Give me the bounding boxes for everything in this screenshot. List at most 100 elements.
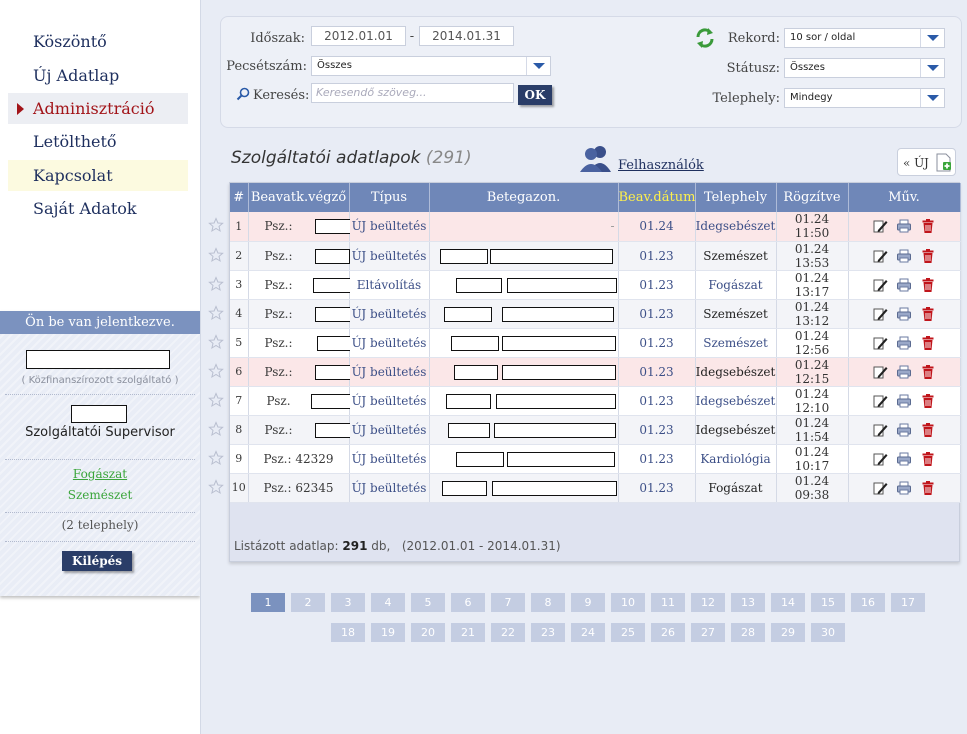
page-link-6[interactable]: 6 [451,593,485,612]
delete-icon[interactable] [920,422,936,438]
col-header-num[interactable]: # [230,183,249,212]
page-link-22[interactable]: 22 [491,623,525,642]
date-from-input[interactable]: 2012.01.01 [311,26,406,46]
col-header-site[interactable]: Telephely [695,183,777,212]
page-link-27[interactable]: 27 [691,623,725,642]
edit-icon[interactable] [872,422,888,438]
nav-item-uj-adatlap[interactable]: Új Adatlap [8,60,188,91]
table-row[interactable]: 9 Psz.: 42329 ÚJ beültetés 01.23 Kardiológia… [208,444,961,474]
edit-icon[interactable] [872,393,888,409]
print-icon[interactable] [896,422,912,438]
page-link-9[interactable]: 9 [571,593,605,612]
page-link-18[interactable]: 18 [331,623,365,642]
delete-icon[interactable] [920,480,936,496]
print-icon[interactable] [896,451,912,467]
star-icon[interactable] [208,478,224,495]
print-icon[interactable] [896,335,912,351]
star-icon[interactable] [208,333,224,350]
nav-item-adminisztracio[interactable]: Adminisztráció [8,93,188,124]
delete-icon[interactable] [920,393,936,409]
col-header-patient[interactable]: Betegazon. [429,183,619,212]
print-icon[interactable] [896,248,912,264]
stamp-select[interactable]: Összes [311,56,551,76]
delete-icon[interactable] [920,248,936,264]
star-icon[interactable] [208,362,224,379]
page-link-25[interactable]: 25 [611,623,645,642]
star-icon[interactable] [208,449,224,466]
delete-icon[interactable] [920,364,936,380]
page-link-19[interactable]: 19 [371,623,405,642]
page-link-17[interactable]: 17 [891,593,925,612]
table-row[interactable]: 6 Psz.: ÚJ beültetés 01.23 Idegsebészet 01.24… [208,357,961,387]
users-link[interactable]: Felhasználók [579,144,719,174]
page-link-20[interactable]: 20 [411,623,445,642]
page-link-10[interactable]: 10 [611,593,645,612]
print-icon[interactable] [896,306,912,322]
edit-icon[interactable] [872,306,888,322]
nav-item-sajat-adatok[interactable]: Saját Adatok [8,193,188,224]
page-link-5[interactable]: 5 [411,593,445,612]
page-link-16[interactable]: 16 [851,593,885,612]
delete-icon[interactable] [920,306,936,322]
site-select[interactable]: Mindegy [784,88,945,108]
nav-item-kapcsolat[interactable]: Kapcsolat [8,160,188,191]
delete-icon[interactable] [920,277,936,293]
print-icon[interactable] [896,277,912,293]
col-header-provider[interactable]: Beavatk.végző [248,183,350,212]
page-link-13[interactable]: 13 [731,593,765,612]
nav-item-koszonto[interactable]: Köszöntő [8,26,188,57]
print-icon[interactable] [896,393,912,409]
table-row[interactable]: 5 Psz.: ÚJ beültetés 01.23 Szemészet 01.24 12… [208,328,961,358]
print-icon[interactable] [896,480,912,496]
table-row[interactable]: 3 Psz.: Eltávolítás 01.23 Fogászat 01.24 13:1… [208,270,961,300]
page-link-12[interactable]: 12 [691,593,725,612]
edit-icon[interactable] [872,248,888,264]
page-link-4[interactable]: 4 [371,593,405,612]
date-to-input[interactable]: 2014.01.31 [419,26,514,46]
table-row[interactable]: 4 Psz.: ÚJ beültetés 01.23 Szemészet 01.24 13… [208,299,961,329]
page-link-26[interactable]: 26 [651,623,685,642]
page-link-28[interactable]: 28 [731,623,765,642]
logout-button[interactable]: Kilépés [62,551,132,571]
search-input[interactable]: Keresendő szöveg... [311,83,514,103]
page-link-3[interactable]: 3 [331,593,365,612]
star-icon[interactable] [208,420,224,437]
edit-icon[interactable] [872,451,888,467]
star-icon[interactable] [208,217,224,233]
delete-icon[interactable] [920,335,936,351]
page-link-14[interactable]: 14 [771,593,805,612]
star-icon[interactable] [208,275,224,292]
page-link-2[interactable]: 2 [291,593,325,612]
refresh-icon[interactable] [694,27,716,49]
table-row[interactable]: 2 Psz.: ÚJ beültetés 01.23 Szemészet 01.24 13… [208,241,961,271]
print-icon[interactable] [896,364,912,380]
nav-item-letoltheto[interactable]: Letölthető anyagok [8,126,188,182]
star-icon[interactable] [208,304,224,321]
status-select[interactable]: Összes [784,58,945,78]
col-header-date[interactable]: Beav.dátum [618,183,696,212]
edit-icon[interactable] [872,277,888,293]
edit-icon[interactable] [872,218,888,234]
star-icon[interactable] [208,391,224,408]
page-link-29[interactable]: 29 [771,623,805,642]
site-link-szemeszet[interactable]: Szemészet [0,488,200,502]
table-row[interactable]: 7 Psz. ÚJ beültetés 01.23 Idegsebészet 01.24 … [208,386,961,416]
page-link-30[interactable]: 30 [811,623,845,642]
ok-button[interactable]: OK [518,85,552,105]
table-row[interactable]: 1 Psz.: ÚJ beültetés -01.24 Idegsebészet 01.2… [208,212,961,242]
star-icon[interactable] [208,246,224,263]
page-link-7[interactable]: 7 [491,593,525,612]
page-link-1[interactable]: 1 [251,593,285,612]
page-link-24[interactable]: 24 [571,623,605,642]
page-link-8[interactable]: 8 [531,593,565,612]
site-link-fogaszat[interactable]: Fogászat [0,467,200,481]
edit-icon[interactable] [872,335,888,351]
col-header-type[interactable]: Típus [349,183,430,212]
delete-icon[interactable] [920,451,936,467]
page-link-11[interactable]: 11 [651,593,685,612]
record-select[interactable]: 10 sor / oldal [784,28,945,48]
page-link-21[interactable]: 21 [451,623,485,642]
edit-icon[interactable] [872,480,888,496]
print-icon[interactable] [896,218,912,234]
page-link-15[interactable]: 15 [811,593,845,612]
